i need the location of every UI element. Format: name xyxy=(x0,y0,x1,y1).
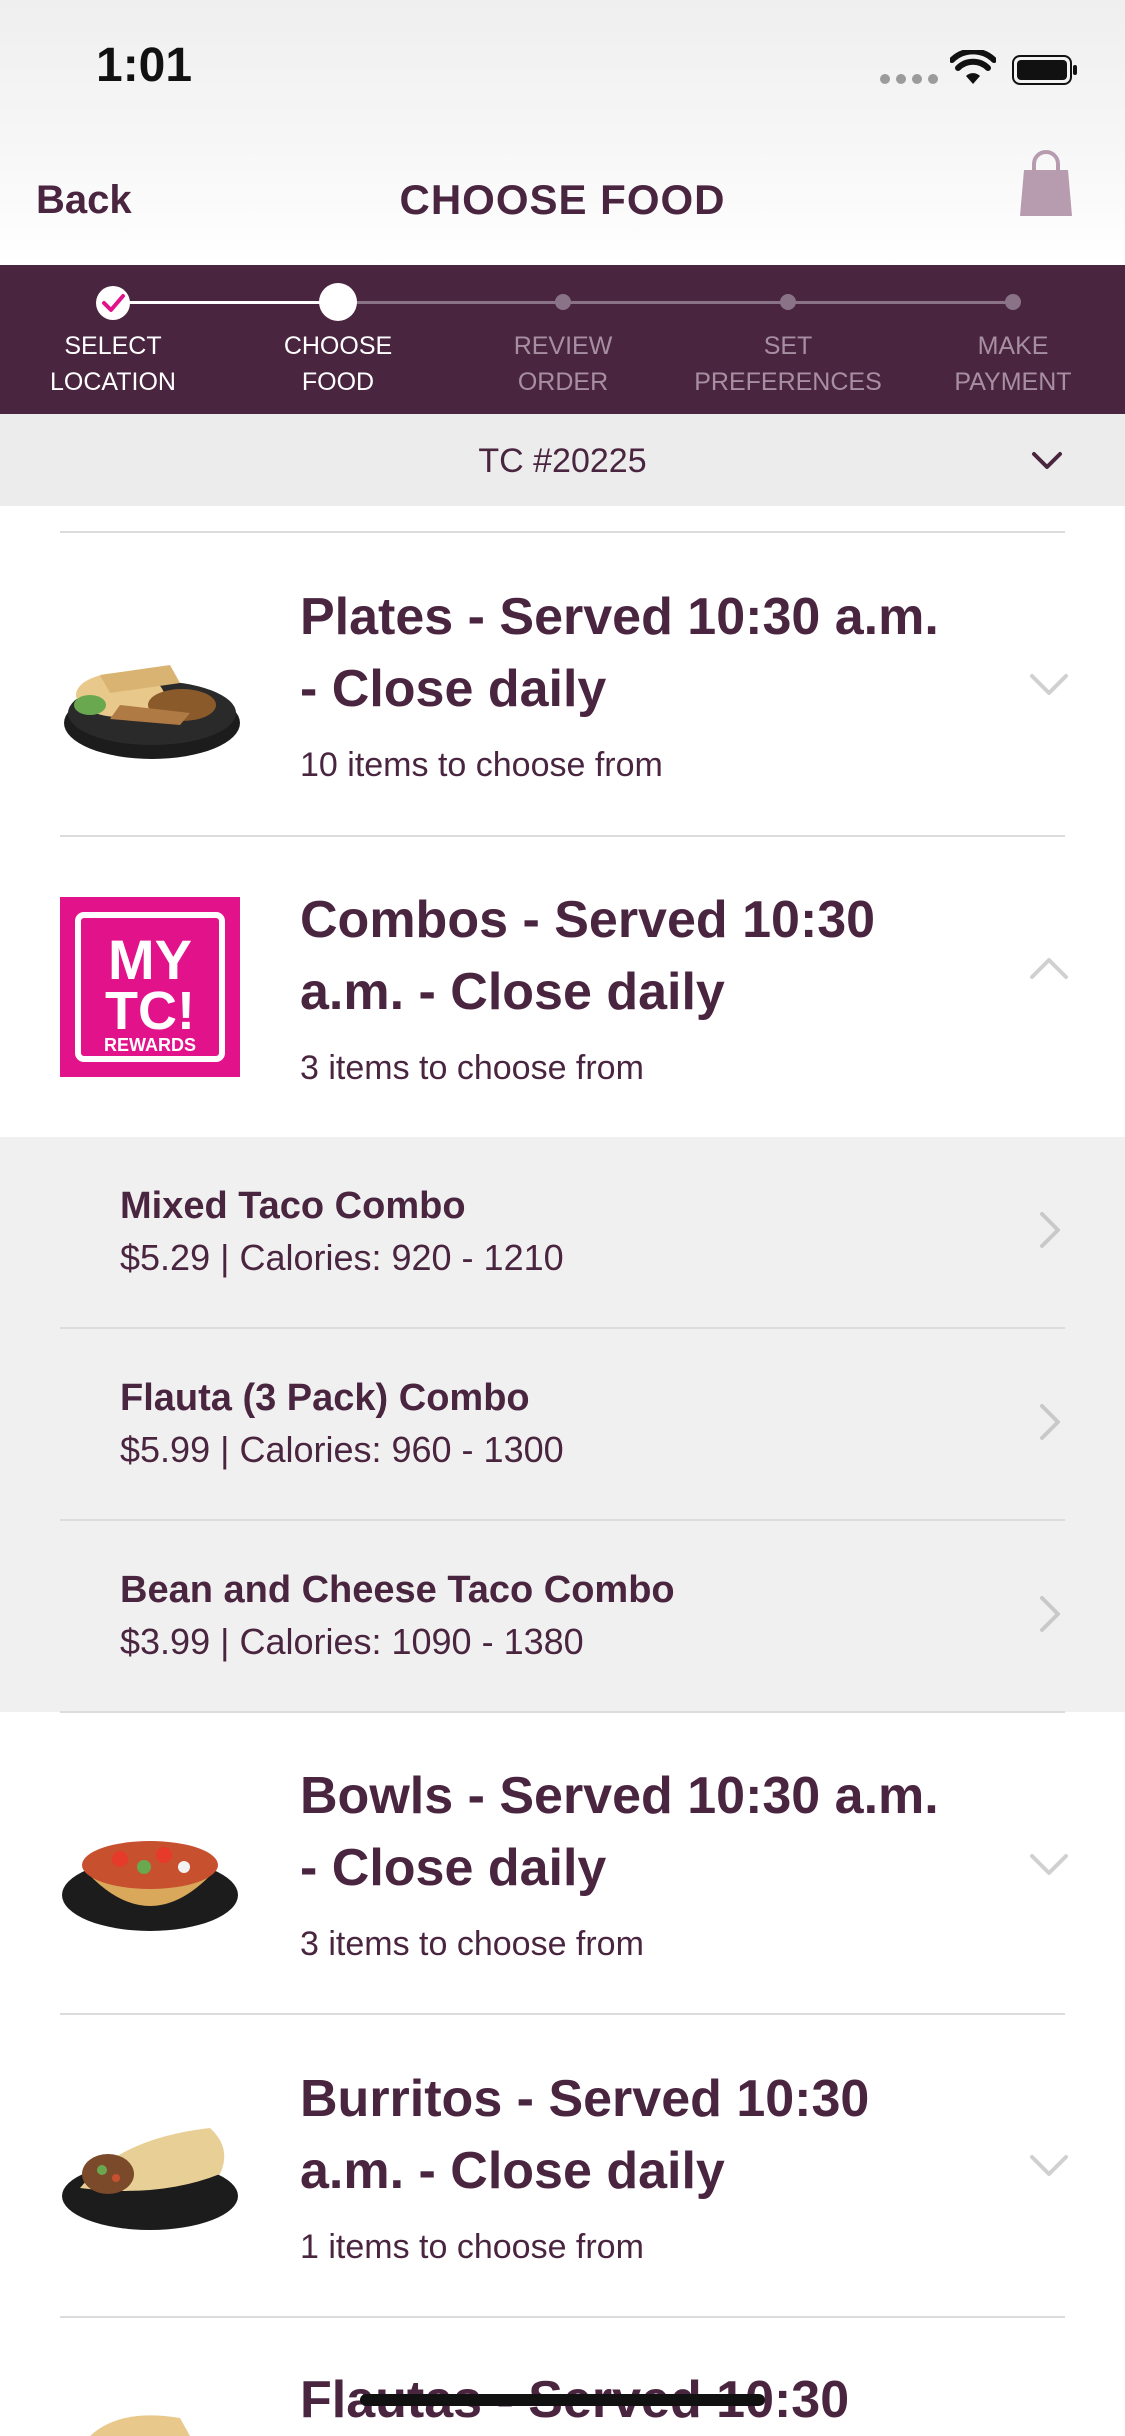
my-tc-rewards-logo: MY TC! REWARDS xyxy=(60,897,240,1077)
list-item-flauta-combo[interactable] xyxy=(0,1329,1125,1519)
step-complete-check-icon xyxy=(96,286,130,320)
chevron-up-icon[interactable] xyxy=(1028,955,1070,981)
step-dot-review xyxy=(555,294,571,310)
store-label: TC #20225 xyxy=(478,442,647,480)
category-count-bowls: 3 items to choose from xyxy=(300,1925,644,1963)
step-label-choose-food: CHOOSE FOOD xyxy=(283,332,393,396)
item-name: Flauta (3 Pack) Combo xyxy=(120,1377,530,1419)
divider xyxy=(60,835,1065,837)
item-name: Mixed Taco Combo xyxy=(120,1185,466,1227)
list-item-mixed-taco-combo[interactable] xyxy=(0,1137,1125,1327)
bowl-food-image xyxy=(62,1841,238,1931)
svg-text:REWARDS: REWARDS xyxy=(104,1035,196,1055)
signal-icon xyxy=(880,74,938,84)
chevron-down-icon[interactable] xyxy=(1028,1852,1070,1878)
item-price-calories: $3.99 | Calories: 1090 - 1380 xyxy=(120,1621,584,1662)
category-count-combos: 3 items to choose from xyxy=(300,1049,644,1087)
step-label-review-order: REVIEW ORDER xyxy=(513,332,613,396)
item-name: Bean and Cheese Taco Combo xyxy=(120,1569,675,1611)
category-count-plates: 10 items to choose from xyxy=(300,746,663,784)
chevron-down-icon[interactable] xyxy=(1028,2153,1070,2179)
category-title-burritos[interactable]: Burritos - Served 10:30 a.m. - Close dail… xyxy=(300,2063,1000,2207)
category-count-burritos: 1 items to choose from xyxy=(300,2228,644,2266)
divider xyxy=(60,2013,1065,2015)
category-title-plates[interactable]: Plates - Served 10:30 a.m. - Close daily xyxy=(300,581,1000,725)
step-label-set-preferences: SET PREFERENCES xyxy=(694,332,882,396)
stepper-line-complete xyxy=(113,301,338,304)
wifi-icon xyxy=(950,50,996,84)
chevron-right-icon[interactable] xyxy=(1038,1594,1062,1634)
flauta-food-image xyxy=(90,2415,190,2436)
svg-text:TC!: TC! xyxy=(105,981,195,1041)
home-indicator xyxy=(360,2394,765,2406)
plate-food-image xyxy=(64,665,240,759)
stepper-line-pending xyxy=(338,301,1013,304)
category-title-combos[interactable]: Combos - Served 10:30 a.m. - Close daily xyxy=(300,884,1000,1028)
step-dot-payment xyxy=(1005,294,1021,310)
step-dot-preferences xyxy=(780,294,796,310)
divider xyxy=(60,531,1065,533)
divider xyxy=(60,2316,1065,2318)
chevron-right-icon[interactable] xyxy=(1038,1402,1062,1442)
step-label-select-location: SELECT LOCATION xyxy=(50,332,176,396)
step-label-make-payment: MAKE PAYMENT xyxy=(954,332,1072,396)
divider xyxy=(60,1711,1065,1713)
item-price-calories: $5.29 | Calories: 920 - 1210 xyxy=(120,1237,564,1278)
chevron-down-icon[interactable] xyxy=(1030,450,1064,472)
status-time: 1:01 xyxy=(96,39,193,92)
battery-icon xyxy=(1012,55,1077,85)
list-item-bean-cheese-combo[interactable] xyxy=(0,1521,1125,1711)
burrito-food-image xyxy=(62,2128,238,2230)
chevron-down-icon[interactable] xyxy=(1028,672,1070,698)
step-current-dot xyxy=(319,283,357,321)
shopping-bag-icon[interactable] xyxy=(1018,150,1074,216)
chevron-right-icon[interactable] xyxy=(1038,1210,1062,1250)
category-title-bowls[interactable]: Bowls - Served 10:30 a.m. - Close daily xyxy=(300,1760,1000,1904)
item-price-calories: $5.99 | Calories: 960 - 1300 xyxy=(120,1429,564,1470)
page-title: CHOOSE FOOD xyxy=(399,176,726,223)
